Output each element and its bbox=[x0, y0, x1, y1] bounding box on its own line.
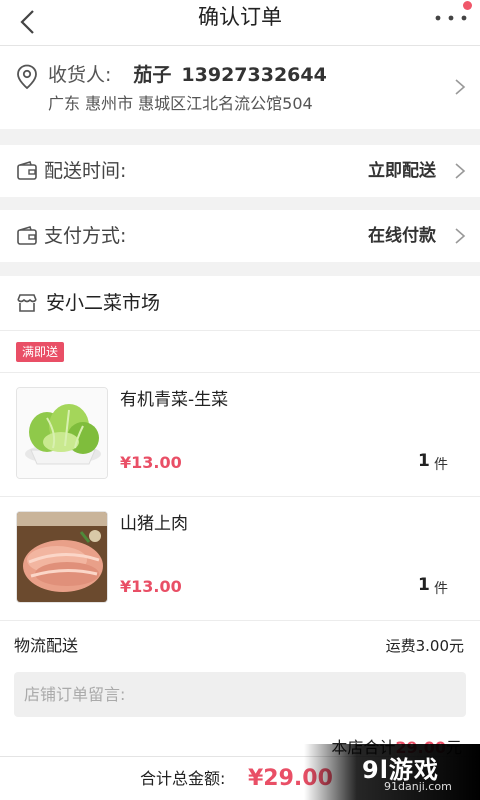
divider bbox=[0, 330, 480, 331]
cart-item[interactable]: 有机青菜-生菜 ¥13.00 1 件 bbox=[0, 373, 480, 497]
delivery-time-row[interactable]: 配送时间: 立即配送 bbox=[0, 145, 480, 197]
delivery-address-card[interactable]: 收货人: 茄子 13927332644 广东 惠州市 惠城区江北名流公馆504 bbox=[0, 46, 480, 129]
recipient-line: 收货人: 茄子 13927332644 bbox=[48, 60, 327, 87]
shipping-fee: 运费3.00元 bbox=[385, 637, 464, 655]
watermark-url: 91danji.com bbox=[384, 780, 452, 793]
shop-order-card: 安小二菜市场 满即送 有机青菜-生菜 ¥13.00 1 件 山猪上肉 ¥13.0… bbox=[0, 276, 480, 800]
product-name: 山猪上肉 bbox=[120, 514, 188, 534]
notification-dot bbox=[463, 1, 472, 10]
recipient-name: 茄子 bbox=[133, 64, 172, 86]
address-detail: 广东 惠州市 惠城区江北名流公馆504 bbox=[48, 94, 313, 113]
store-icon bbox=[17, 294, 37, 312]
wallet-icon bbox=[17, 226, 37, 245]
order-note-placeholder: 店铺订单留言: bbox=[24, 685, 126, 704]
promo-badge: 满即送 bbox=[16, 342, 65, 362]
quantity-unit: 件 bbox=[434, 581, 448, 597]
location-pin-icon bbox=[17, 64, 37, 90]
cart-item[interactable]: 山猪上肉 ¥13.00 1 件 bbox=[0, 497, 480, 621]
more-options-icon[interactable] bbox=[434, 8, 468, 28]
product-price: ¥13.00 bbox=[120, 453, 182, 472]
payment-method-label: 支付方式: bbox=[44, 225, 127, 247]
product-name: 有机青菜-生菜 bbox=[120, 390, 229, 410]
payment-method-row[interactable]: 支付方式: 在线付款 bbox=[0, 210, 480, 262]
site-watermark-logo: 9l游戏 91danji.com bbox=[304, 744, 480, 800]
product-image-pork bbox=[16, 511, 108, 603]
chevron-right-icon bbox=[455, 79, 466, 95]
delivery-time-value: 立即配送 bbox=[368, 161, 436, 181]
product-quantity: 1 bbox=[418, 575, 430, 595]
wallet-icon bbox=[17, 161, 37, 180]
chevron-right-icon bbox=[455, 228, 466, 244]
shipping-row: 物流配送 运费3.00元 bbox=[0, 620, 480, 672]
page-title: 确认订单 bbox=[198, 5, 282, 29]
order-note-input[interactable]: 店铺订单留言: bbox=[14, 672, 466, 717]
payment-method-value: 在线付款 bbox=[368, 226, 436, 246]
shipping-label: 物流配送 bbox=[14, 636, 79, 655]
quantity-unit: 件 bbox=[434, 457, 448, 473]
recipient-phone: 13927332644 bbox=[181, 64, 327, 86]
total-label: 合计总金额: bbox=[140, 769, 226, 788]
recipient-label: 收货人: bbox=[48, 64, 112, 86]
product-quantity: 1 bbox=[418, 451, 430, 471]
product-image-lettuce bbox=[16, 387, 108, 479]
product-price: ¥13.00 bbox=[120, 577, 182, 596]
shop-name: 安小二菜市场 bbox=[46, 292, 161, 314]
top-bar: 确认订单 bbox=[0, 0, 480, 46]
chevron-right-icon bbox=[455, 163, 466, 179]
delivery-time-label: 配送时间: bbox=[44, 160, 127, 182]
